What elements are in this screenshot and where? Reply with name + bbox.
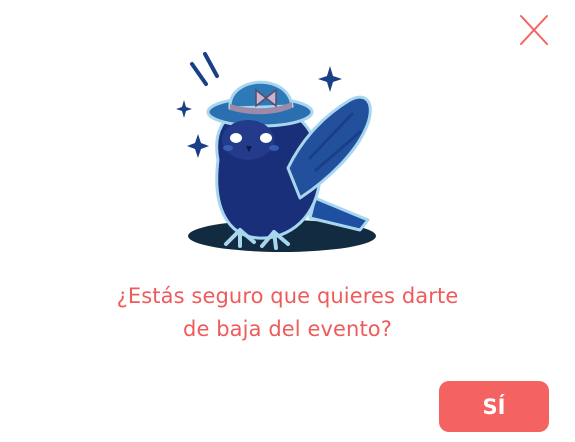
confirmation-message: ¿Estás seguro que quieres darte de baja … <box>40 280 535 346</box>
confirm-button[interactable]: SÍ <box>439 381 549 432</box>
message-line-1: ¿Estás seguro que quieres darte <box>116 284 459 308</box>
close-icon[interactable] <box>514 10 554 50</box>
message-line-2: de baja del evento? <box>183 317 392 341</box>
unsubscribe-dialog: ¿Estás seguro que quieres darte de baja … <box>0 0 575 442</box>
bird-with-hat-illustration <box>176 52 376 252</box>
